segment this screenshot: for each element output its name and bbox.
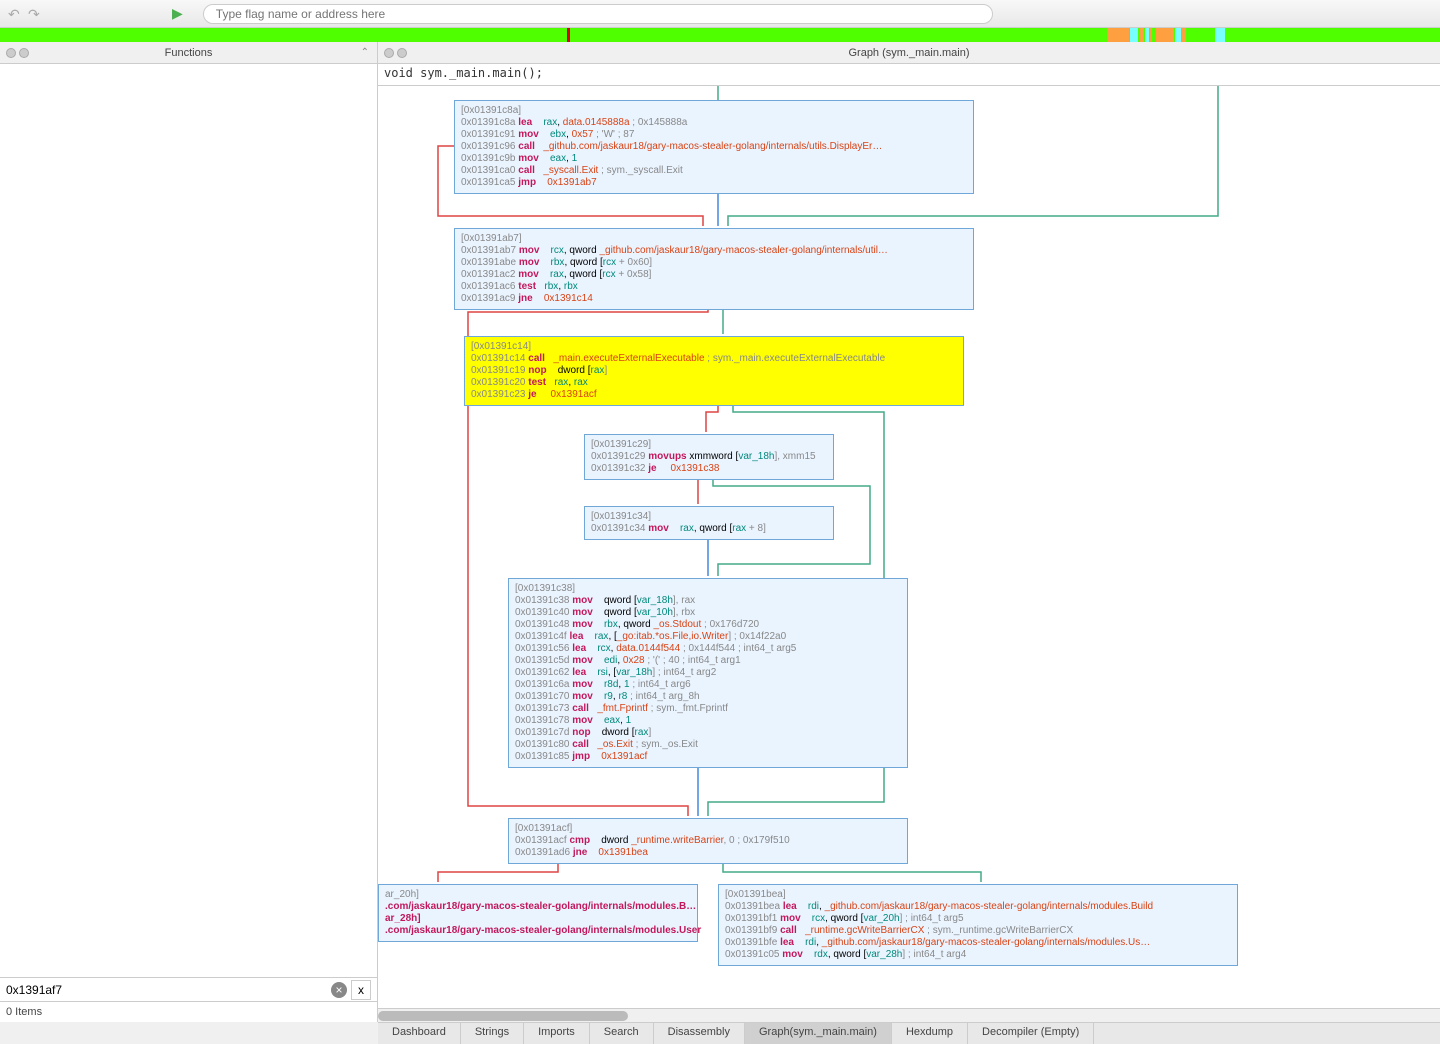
block-0x01391c14[interactable]: [0x01391c14]0x01391c14 call _main.execut… <box>464 336 964 406</box>
graph-title: Graph (sym._main.main) <box>848 47 969 59</box>
block-0x01391acf[interactable]: [0x01391acf]0x01391acf cmp dword _runtim… <box>508 818 908 864</box>
navigation-map[interactable] <box>0 28 1440 42</box>
functions-title: Functions <box>165 47 213 59</box>
block-0x01391ab7[interactable]: [0x01391ab7]0x01391ab7 mov rcx, qword _g… <box>454 228 974 310</box>
play-icon[interactable]: ▶ <box>172 5 183 22</box>
nav-back-icon[interactable]: ↶ <box>8 6 24 22</box>
toolbar: ↶ ↷ ▶ <box>0 0 1440 28</box>
function-signature: void sym._main.main(); <box>378 64 1440 86</box>
tab-graph-sym-main-main-[interactable]: Graph(sym._main.main) <box>745 1023 892 1044</box>
close-dot-icon[interactable] <box>6 48 16 58</box>
tab-disassembly[interactable]: Disassembly <box>654 1023 745 1044</box>
block-0x01391c34[interactable]: [0x01391c34]0x01391c34 mov rax, qword [r… <box>584 506 834 540</box>
tab-search[interactable]: Search <box>590 1023 654 1044</box>
clear-filter-icon[interactable]: × <box>331 982 347 998</box>
tab-decompiler-empty-[interactable]: Decompiler (Empty) <box>968 1023 1094 1044</box>
filter-input[interactable] <box>6 983 331 997</box>
bottom-tabs: DashboardStringsImportsSearchDisassembly… <box>378 1022 1440 1044</box>
block-0x01391bea[interactable]: [0x01391bea]0x01391bea lea rdi, _github.… <box>718 884 1238 966</box>
tab-dashboard[interactable]: Dashboard <box>378 1023 461 1044</box>
block-left-partial[interactable]: ar_20h] .com/jaskaur18/gary-macos-steale… <box>378 884 698 942</box>
regex-toggle[interactable]: x <box>351 980 371 1000</box>
close-dot-icon[interactable] <box>384 48 394 58</box>
item-count: 0 Items <box>0 1002 377 1022</box>
min-dot-icon[interactable] <box>19 48 29 58</box>
tab-imports[interactable]: Imports <box>524 1023 590 1044</box>
address-input[interactable] <box>203 4 993 24</box>
tab-hexdump[interactable]: Hexdump <box>892 1023 968 1044</box>
tab-strings[interactable]: Strings <box>461 1023 524 1044</box>
caret-icon[interactable]: ⌃ <box>361 47 369 58</box>
block-0x01391c8a[interactable]: [0x01391c8a]0x01391c8a lea rax, data.014… <box>454 100 974 194</box>
block-0x01391c38[interactable]: [0x01391c38]0x01391c38 mov qword [var_18… <box>508 578 908 768</box>
nav-forward-icon[interactable]: ↷ <box>28 6 44 22</box>
horizontal-scrollbar[interactable] <box>378 1008 1440 1022</box>
min-dot-icon[interactable] <box>397 48 407 58</box>
block-0x01391c29[interactable]: [0x01391c29]0x01391c29 movups xmmword [v… <box>584 434 834 480</box>
functions-list[interactable] <box>0 64 377 977</box>
graph-view[interactable]: [0x01391c8a]0x01391c8a lea rax, data.014… <box>378 86 1440 1008</box>
functions-panel: Functions ⌃ × x 0 Items <box>0 42 378 1022</box>
